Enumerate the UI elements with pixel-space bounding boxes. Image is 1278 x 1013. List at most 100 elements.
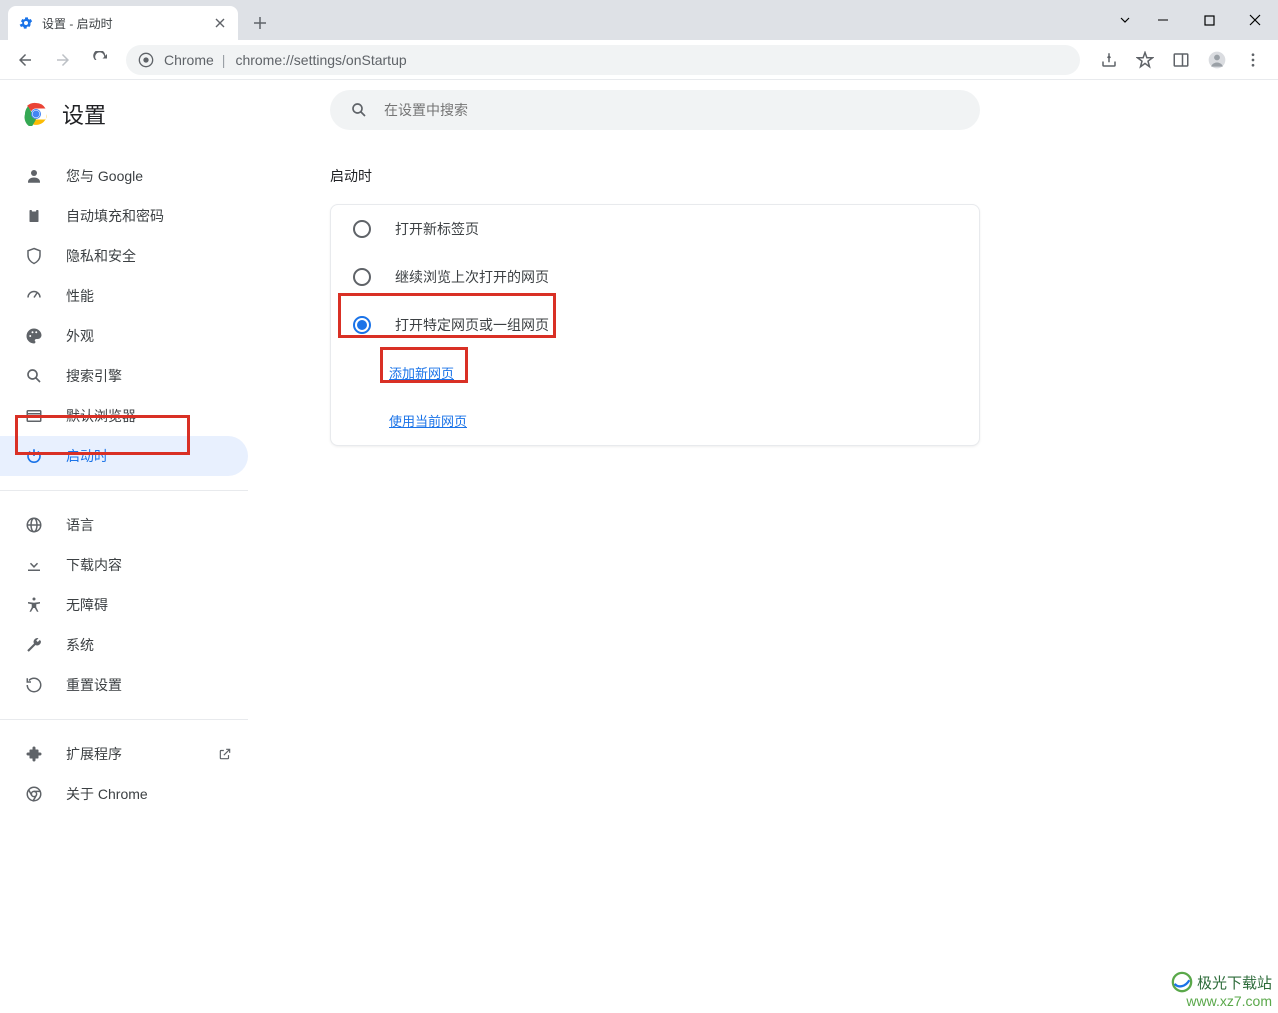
- add-new-page-row: 添加新网页: [331, 349, 979, 397]
- sidebar-item-label: 搜索引擎: [66, 366, 122, 386]
- url-divider: |: [222, 52, 226, 68]
- window-controls: [1110, 0, 1278, 40]
- sidebar-item-label: 下载内容: [66, 555, 122, 575]
- profile-icon[interactable]: [1200, 43, 1234, 77]
- sidebar-item-autofill[interactable]: 自动填充和密码: [0, 196, 248, 236]
- sidebar-item-you-and-google[interactable]: 您与 Google: [0, 156, 248, 196]
- gear-icon: [18, 15, 34, 31]
- watermark-url: www.xz7.com: [1171, 993, 1272, 1009]
- main-panel: 启动时 打开新标签页 继续浏览上次打开的网页 打开特定网页或一组网页 添加新网页: [258, 80, 1278, 1013]
- share-icon[interactable]: [1092, 43, 1126, 77]
- radio-continue-where-left-off[interactable]: 继续浏览上次打开的网页: [331, 253, 979, 301]
- shield-icon: [24, 246, 44, 266]
- sidebar-item-label: 自动填充和密码: [66, 206, 164, 226]
- new-tab-button[interactable]: [246, 9, 274, 37]
- sidebar-item-downloads[interactable]: 下载内容: [0, 545, 248, 585]
- address-bar[interactable]: Chrome | chrome://settings/onStartup: [126, 45, 1080, 75]
- add-new-page-link[interactable]: 添加新网页: [389, 366, 454, 381]
- sidebar-divider: [0, 490, 248, 491]
- sidebar-item-privacy[interactable]: 隐私和安全: [0, 236, 248, 276]
- forward-button[interactable]: [46, 43, 80, 77]
- sidebar-item-about-chrome[interactable]: 关于 Chrome: [0, 774, 248, 814]
- watermark: 极光下载站 www.xz7.com: [1171, 971, 1272, 1009]
- radio-label: 打开新标签页: [395, 219, 479, 239]
- sidebar-title: 设置: [62, 98, 106, 130]
- browser-tab[interactable]: 设置 - 启动时: [8, 6, 238, 40]
- restore-icon: [24, 675, 44, 695]
- external-link-icon: [218, 747, 232, 761]
- sidebar-item-reset[interactable]: 重置设置: [0, 665, 248, 705]
- sidebar-item-system[interactable]: 系统: [0, 625, 248, 665]
- url-origin: Chrome: [164, 52, 214, 68]
- search-icon: [350, 101, 368, 119]
- chrome-security-icon: [138, 52, 154, 68]
- sidebar-item-extensions[interactable]: 扩展程序: [0, 734, 248, 774]
- reload-button[interactable]: [84, 43, 118, 77]
- sidebar-item-label: 关于 Chrome: [66, 784, 148, 804]
- close-window-button[interactable]: [1232, 4, 1278, 36]
- sidebar-item-label: 隐私和安全: [66, 246, 136, 266]
- watermark-name: 极光下载站: [1197, 972, 1272, 993]
- chevron-down-icon[interactable]: [1110, 4, 1140, 36]
- power-icon: [24, 446, 44, 466]
- maximize-button[interactable]: [1186, 4, 1232, 36]
- sidebar-item-languages[interactable]: 语言: [0, 505, 248, 545]
- bookmark-icon[interactable]: [1128, 43, 1162, 77]
- startup-card: 打开新标签页 继续浏览上次打开的网页 打开特定网页或一组网页 添加新网页 使用当…: [330, 204, 980, 446]
- radio-label: 打开特定网页或一组网页: [395, 315, 549, 335]
- sidebar-item-label: 性能: [66, 286, 94, 306]
- wrench-icon: [24, 635, 44, 655]
- radio-icon: [353, 268, 371, 286]
- clipboard-icon: [24, 206, 44, 226]
- watermark-logo-icon: [1171, 971, 1193, 993]
- sidebar-item-accessibility[interactable]: 无障碍: [0, 585, 248, 625]
- sidebar-item-label: 无障碍: [66, 595, 108, 615]
- minimize-button[interactable]: [1140, 4, 1186, 36]
- settings-search-input[interactable]: [384, 102, 960, 118]
- use-current-pages-link[interactable]: 使用当前网页: [389, 414, 467, 429]
- side-panel-icon[interactable]: [1164, 43, 1198, 77]
- radio-icon: [353, 316, 371, 334]
- settings-search[interactable]: [330, 90, 980, 130]
- title-bar: 设置 - 启动时: [0, 0, 1278, 40]
- sidebar-item-label: 系统: [66, 635, 94, 655]
- sidebar-item-label: 启动时: [66, 446, 108, 466]
- sidebar-item-performance[interactable]: 性能: [0, 276, 248, 316]
- radio-open-new-tab[interactable]: 打开新标签页: [331, 205, 979, 253]
- chrome-outline-icon: [24, 784, 44, 804]
- globe-icon: [24, 515, 44, 535]
- radio-label: 继续浏览上次打开的网页: [395, 267, 549, 287]
- extension-icon: [24, 744, 44, 764]
- tab-title: 设置 - 启动时: [42, 15, 204, 32]
- settings-sidebar: 设置 您与 Google 自动填充和密码 隐私和安全 性能 外观: [0, 80, 258, 1013]
- url-path: chrome://settings/onStartup: [235, 52, 406, 68]
- browser-toolbar: Chrome | chrome://settings/onStartup: [0, 40, 1278, 80]
- kebab-menu-icon[interactable]: [1236, 43, 1270, 77]
- chrome-logo-icon: [24, 102, 48, 126]
- sidebar-item-label: 扩展程序: [66, 744, 122, 764]
- sidebar-item-on-startup[interactable]: 启动时: [0, 436, 248, 476]
- sidebar-item-label: 外观: [66, 326, 94, 346]
- sidebar-item-label: 默认浏览器: [66, 406, 136, 426]
- search-icon: [24, 366, 44, 386]
- close-icon[interactable]: [212, 15, 228, 31]
- accessibility-icon: [24, 595, 44, 615]
- use-current-pages-row: 使用当前网页: [331, 397, 979, 445]
- sidebar-item-appearance[interactable]: 外观: [0, 316, 248, 356]
- speedometer-icon: [24, 286, 44, 306]
- sidebar-header: 设置: [0, 98, 258, 148]
- palette-icon: [24, 326, 44, 346]
- back-button[interactable]: [8, 43, 42, 77]
- sidebar-item-default-browser[interactable]: 默认浏览器: [0, 396, 248, 436]
- download-icon: [24, 555, 44, 575]
- sidebar-item-label: 重置设置: [66, 675, 122, 695]
- sidebar-item-search-engine[interactable]: 搜索引擎: [0, 356, 248, 396]
- radio-icon: [353, 220, 371, 238]
- sidebar-divider: [0, 719, 248, 720]
- section-title: 启动时: [330, 166, 1010, 186]
- sidebar-item-label: 语言: [66, 515, 94, 535]
- browser-window-icon: [24, 406, 44, 426]
- person-icon: [24, 166, 44, 186]
- sidebar-item-label: 您与 Google: [66, 166, 143, 186]
- radio-open-specific-pages[interactable]: 打开特定网页或一组网页: [331, 301, 979, 349]
